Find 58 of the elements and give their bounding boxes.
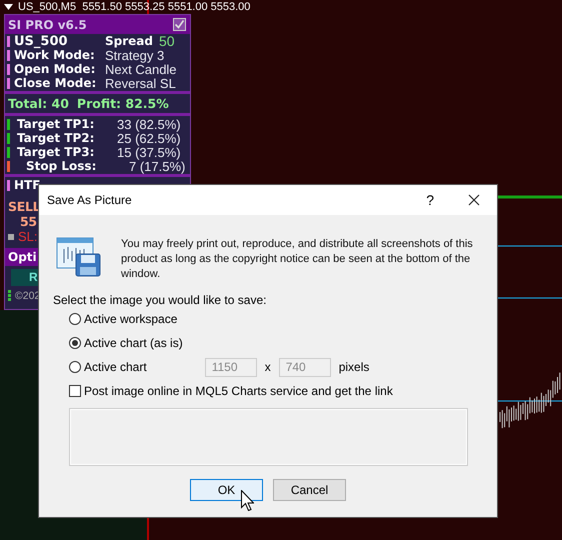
dialog-button[interactable]: OK (190, 479, 263, 501)
target-value: 25 (62.5%) (117, 130, 181, 146)
price-line (496, 400, 562, 402)
times-label: x (264, 360, 271, 374)
mode-label: Close Mode: (14, 76, 98, 90)
target-label: Target TP1: (16, 117, 96, 131)
option-label[interactable]: Active chart (as is) (84, 336, 183, 350)
chart-save-icon (56, 237, 102, 277)
target-value: 33 (82.5%) (117, 116, 181, 132)
htf-label: HTF (14, 178, 40, 192)
spread-value: 50 (158, 33, 175, 49)
prompt-text: Select the image you would like to save: (53, 293, 268, 307)
dialog-title: Save As Picture (47, 193, 133, 207)
row-marker (7, 36, 10, 46)
option-label[interactable]: Active workspace (84, 312, 178, 326)
radio-button[interactable] (69, 361, 81, 373)
options-bar[interactable]: Opti (5, 248, 39, 266)
row-marker (7, 180, 10, 190)
option-label[interactable]: Active chart (84, 360, 147, 374)
checkbox-icon[interactable] (173, 18, 186, 31)
cursor-icon (241, 490, 254, 511)
panel-button[interactable]: R (11, 269, 39, 286)
link-field[interactable] (69, 408, 468, 466)
checkbox[interactable] (69, 385, 81, 397)
target-label: Target TP2: (16, 131, 96, 145)
mode-value: Strategy 3 (105, 48, 164, 62)
radio-button[interactable] (69, 337, 81, 349)
profit-label: Profit: 82.5% (76, 96, 169, 111)
mode-value: Reversal SL (105, 76, 176, 90)
price-label: 55 (20, 214, 37, 229)
mode-label: Open Mode: (14, 62, 96, 76)
panel-title: SI PRO v6.5 (8, 18, 87, 32)
unit-label: pixels (338, 360, 370, 374)
target-label: Target TP3: (16, 145, 96, 159)
row-marker (7, 50, 10, 60)
target-value: 15 (37.5%) (117, 144, 181, 160)
square-icon (8, 234, 14, 240)
dialog-button[interactable]: Cancel (273, 479, 346, 501)
copyright-message: You may freely print out, reproduce, and distribute all screenshots of this product as long as the copyright notice can be seen at the bottom of the window. (121, 237, 474, 282)
target-value: 7 (17.5%) (129, 158, 186, 174)
signal-label: SELL (8, 198, 40, 214)
dropdown-icon[interactable] (4, 4, 13, 10)
dots-icon (8, 290, 11, 301)
help-button[interactable]: ? (426, 192, 434, 208)
row-marker (7, 64, 10, 74)
mode-value: Next Candle (105, 62, 177, 76)
close-icon[interactable] (468, 194, 480, 206)
target-label: Stop Loss: (25, 159, 98, 173)
row-marker (7, 78, 10, 88)
spread-label: Spread (105, 34, 153, 48)
total-label: Total: 40 (8, 96, 69, 111)
level-line (497, 196, 562, 198)
mode-label: Work Mode: (14, 48, 96, 62)
sl-label: SL: (18, 229, 38, 244)
price-bars-drawing (500, 372, 560, 429)
symbol-label: US_500 (14, 34, 69, 48)
checkbox-label[interactable]: Post image online in MQL5 Charts service and get the link (84, 384, 393, 398)
radio-button[interactable] (69, 313, 81, 325)
